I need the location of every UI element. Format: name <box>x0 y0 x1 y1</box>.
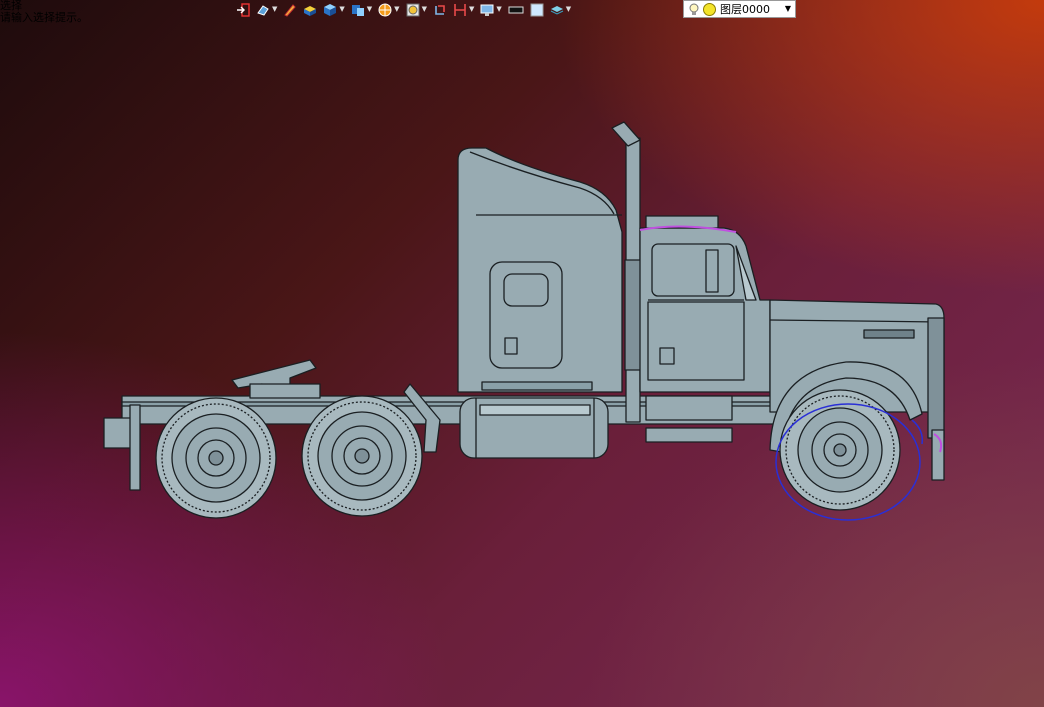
rear-bumper <box>103 417 133 449</box>
prompt-line-2: 请输入选择提示。 <box>0 11 88 24</box>
layer-name: 图层0000 <box>720 3 770 16</box>
graphics-viewport[interactable]: 选择 请输入选择提示。 ▼ ▼ ▼ ▼ ▼ ▼ ▼ ▼ 图层0000 ▼ <box>0 0 1044 707</box>
color-black-icon <box>508 2 524 16</box>
cab-window <box>651 243 735 297</box>
color-light-icon <box>530 2 544 17</box>
measure-icon <box>453 2 467 16</box>
command-prompt: 选择 请输入选择提示。 <box>0 0 88 24</box>
chevron-down-icon: ▼ <box>421 5 427 13</box>
rotate-icon <box>433 2 447 16</box>
snap-button[interactable]: ▼ <box>378 0 400 18</box>
zoom-icon <box>406 2 420 17</box>
pencil-button[interactable] <box>283 0 297 18</box>
render-shaded-icon <box>303 2 317 16</box>
visible-sun-icon[interactable] <box>703 2 716 16</box>
render-shaded-button[interactable] <box>303 0 317 18</box>
color-black-button[interactable] <box>508 0 524 18</box>
view-orient-button[interactable]: ▼ <box>256 0 277 18</box>
grille <box>927 317 945 439</box>
layer-selector[interactable]: 图层0000 ▼ <box>683 0 796 18</box>
view-orient-icon <box>256 2 270 16</box>
rotate-button[interactable] <box>433 0 447 18</box>
layer-stack-icon <box>550 2 564 16</box>
color-light-button[interactable] <box>530 0 544 18</box>
cube-view-button[interactable]: ▼ <box>323 0 345 18</box>
layer-stack-button[interactable]: ▼ <box>550 0 571 18</box>
measure-button[interactable]: ▼ <box>453 0 474 18</box>
section-view-icon <box>351 2 365 16</box>
truck-model[interactable] <box>0 0 1044 707</box>
view-toolbar: ▼ ▼ ▼ ▼ ▼ ▼ ▼ ▼ <box>236 0 577 18</box>
section-view-button[interactable]: ▼ <box>351 0 372 18</box>
display-icon <box>480 2 494 16</box>
chevron-down-icon: ▼ <box>565 5 572 13</box>
snap-icon <box>378 2 392 17</box>
exit-button[interactable] <box>236 0 250 18</box>
chevron-down-icon: ▼ <box>366 5 373 13</box>
chevron-down-icon: ▼ <box>339 5 345 13</box>
front-wheel <box>779 389 901 511</box>
rear-wheel-2 <box>301 395 423 517</box>
exit-icon <box>236 2 250 17</box>
chevron-down-icon: ▼ <box>272 5 278 13</box>
chevron-down-icon: ▼ <box>468 5 475 13</box>
zoom-button[interactable]: ▼ <box>406 0 427 18</box>
display-button[interactable]: ▼ <box>480 0 502 18</box>
dropdown-arrow-icon[interactable]: ▼ <box>785 4 791 13</box>
bulb-icon[interactable] <box>689 3 699 15</box>
chevron-down-icon: ▼ <box>394 5 400 13</box>
chevron-down-icon: ▼ <box>496 5 502 13</box>
pencil-icon <box>283 2 297 17</box>
cube-view-icon <box>323 2 337 16</box>
rear-wheel-1 <box>155 397 277 519</box>
